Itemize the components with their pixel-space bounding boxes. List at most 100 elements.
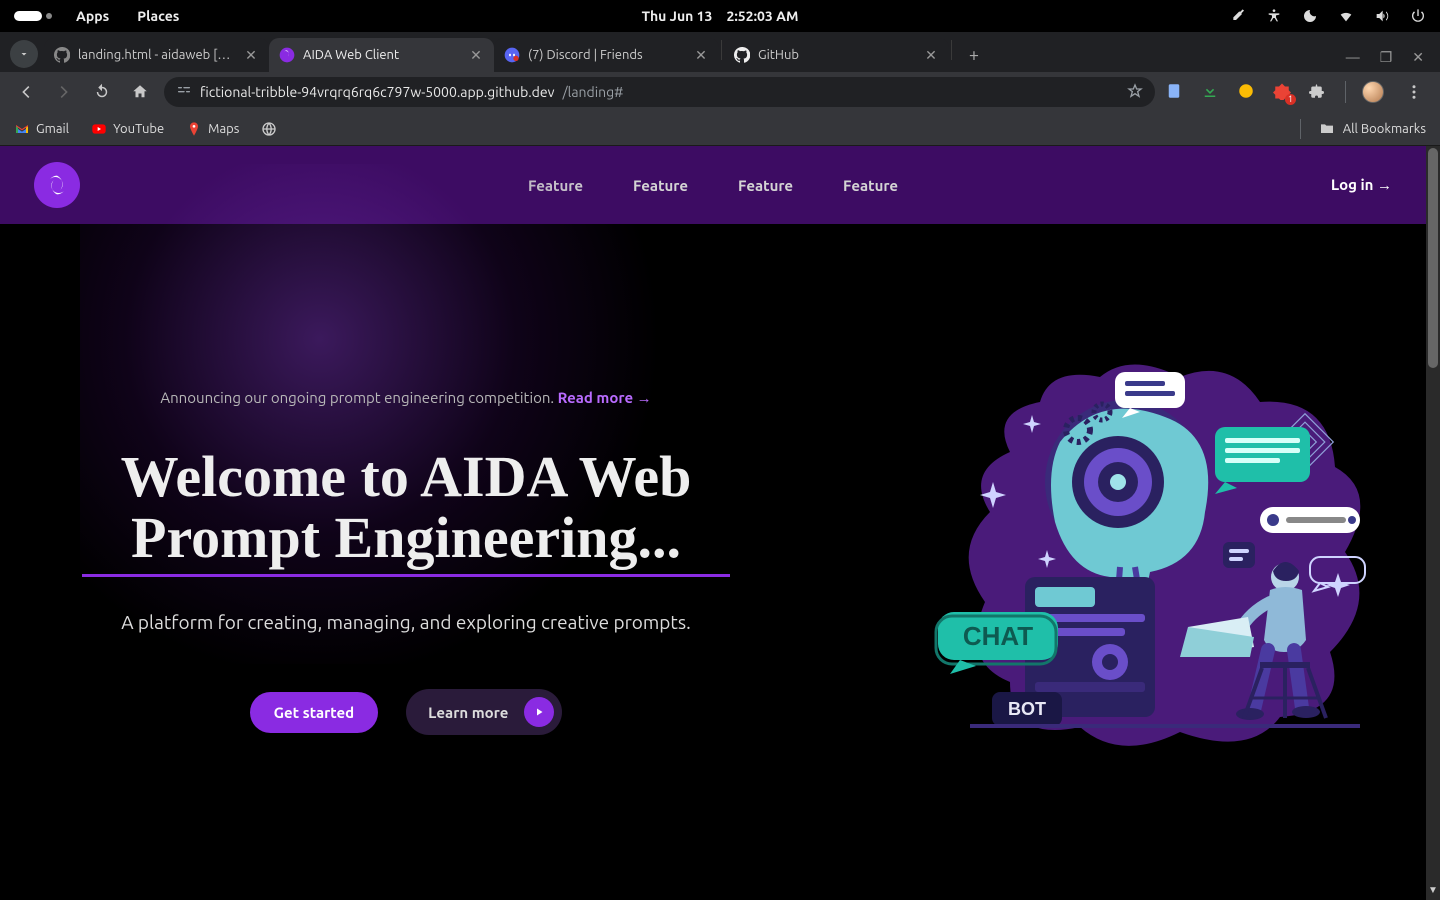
read-more-link[interactable]: Read more →	[558, 389, 652, 406]
bookmark-item[interactable]	[261, 121, 277, 137]
close-window-button[interactable]: ✕	[1412, 49, 1424, 66]
tab-title: (7) Discord | Friends	[528, 48, 643, 62]
url-path: /landing#	[562, 84, 623, 100]
extension-icon[interactable]	[1165, 82, 1185, 102]
address-bar[interactable]: fictional-tribble-94vrqrq6rq6c797w-5000.…	[164, 77, 1155, 107]
kebab-menu-icon[interactable]	[1400, 78, 1428, 106]
site-logo[interactable]	[34, 162, 80, 208]
bookmark-youtube[interactable]: YouTube	[91, 121, 164, 137]
hero-subtitle: A platform for creating, managing, and e…	[56, 611, 756, 633]
maps-icon	[186, 121, 202, 137]
tab-inactive[interactable]: (7) Discord | Friends ✕	[494, 38, 719, 72]
volume-icon[interactable]	[1374, 8, 1390, 24]
tab-inactive[interactable]: landing.html - aidaweb [… ✕	[44, 38, 269, 72]
scrollbar-thumb[interactable]	[1428, 148, 1438, 368]
hero-underline	[82, 574, 730, 577]
hero-section: Announcing our ongoing prompt engineerin…	[0, 224, 1426, 900]
date-label: Thu Jun 13	[642, 8, 713, 24]
home-button[interactable]	[126, 78, 154, 106]
gmail-icon	[14, 121, 30, 137]
youtube-icon	[91, 121, 107, 137]
accessibility-icon[interactable]	[1266, 8, 1282, 24]
nav-link[interactable]: Feature	[528, 177, 583, 194]
color-picker-icon[interactable]	[1230, 8, 1246, 24]
bookmark-gmail[interactable]: Gmail	[14, 121, 69, 137]
play-icon	[524, 697, 554, 727]
wifi-icon[interactable]	[1338, 8, 1354, 24]
hero-title-line1: Welcome to AIDA Web	[121, 444, 692, 509]
get-started-button[interactable]: Get started	[250, 692, 379, 733]
download-icon[interactable]	[1201, 82, 1221, 102]
announcement-text: Announcing our ongoing prompt engineerin…	[160, 389, 557, 406]
clock[interactable]: Thu Jun 13 2:52:03 AM	[642, 8, 799, 24]
tab-active[interactable]: AIDA Web Client ✕	[269, 38, 494, 72]
window-controls: — ❐ ✕	[1346, 49, 1440, 72]
reload-button[interactable]	[88, 78, 116, 106]
browser-window: landing.html - aidaweb [… ✕ AIDA Web Cli…	[0, 32, 1440, 900]
scrollbar[interactable]: ▼	[1426, 146, 1440, 900]
github-icon	[54, 47, 70, 63]
bookmark-label: YouTube	[113, 122, 164, 136]
url-host: fictional-tribble-94vrqrq6rq6c797w-5000.…	[200, 84, 554, 100]
tab-title: GitHub	[758, 48, 799, 62]
power-icon[interactable]	[1410, 8, 1426, 24]
bookmark-label: Maps	[208, 122, 239, 136]
tab-title: landing.html - aidaweb […	[78, 48, 230, 62]
nav-link[interactable]: Feature	[738, 177, 793, 194]
os-top-bar: Apps Places Thu Jun 13 2:52:03 AM	[0, 0, 1440, 32]
tab-inactive[interactable]: GitHub ✕	[724, 38, 949, 72]
time-label: 2:52:03 AM	[726, 8, 798, 24]
globe-icon	[261, 121, 277, 137]
nav-link[interactable]: Feature	[633, 177, 688, 194]
hero-title: Welcome to AIDA Web Prompt Engineering..…	[56, 447, 756, 569]
site-nav-links: Feature Feature Feature Feature	[528, 177, 898, 194]
site-navbar: Feature Feature Feature Feature Log in →	[0, 146, 1426, 224]
places-menu[interactable]: Places	[137, 8, 179, 24]
aida-icon	[279, 47, 295, 63]
learn-more-button[interactable]: Learn more	[406, 689, 562, 735]
tab-close-button[interactable]: ✕	[243, 47, 259, 63]
page-content: Feature Feature Feature Feature Log in →…	[0, 146, 1426, 900]
new-tab-button[interactable]: +	[960, 41, 988, 69]
minimize-button[interactable]: —	[1346, 49, 1360, 66]
announcement: Announcing our ongoing prompt engineerin…	[56, 389, 756, 407]
chat-pill-label: CHAT	[963, 621, 1033, 651]
tab-separator	[951, 40, 952, 60]
badge-count: 1	[1285, 94, 1296, 105]
tab-separator	[721, 40, 722, 60]
hero-title-line2: Prompt Engineering...	[131, 505, 681, 570]
bookmark-maps[interactable]: Maps	[186, 121, 239, 137]
tab-close-button[interactable]: ✕	[923, 47, 939, 63]
discord-icon	[504, 47, 520, 63]
extension-badge-icon[interactable]: 1	[1273, 82, 1293, 102]
login-link[interactable]: Log in →	[1331, 176, 1392, 194]
tab-strip: landing.html - aidaweb [… ✕ AIDA Web Cli…	[0, 32, 1440, 72]
activities-indicator[interactable]	[14, 11, 42, 21]
forward-button[interactable]	[50, 78, 78, 106]
hero-illustration: CHAT BOT	[930, 362, 1370, 762]
tab-close-button[interactable]: ✕	[693, 47, 709, 63]
all-bookmarks-button[interactable]: All Bookmarks	[1300, 119, 1426, 139]
extension-icon[interactable]	[1237, 82, 1257, 102]
profile-avatar[interactable]	[1362, 81, 1384, 103]
bookmark-star-icon[interactable]	[1127, 83, 1143, 102]
tab-search-button[interactable]	[10, 40, 38, 68]
tab-close-button[interactable]: ✕	[468, 47, 484, 63]
toolbar-separator	[1345, 81, 1346, 103]
bot-pill-label: BOT	[1008, 699, 1046, 719]
tab-title: AIDA Web Client	[303, 48, 399, 62]
bookmark-label: Gmail	[36, 122, 69, 136]
all-bookmarks-label: All Bookmarks	[1343, 122, 1426, 136]
nav-link[interactable]: Feature	[843, 177, 898, 194]
scroll-down-icon[interactable]: ▼	[1426, 880, 1440, 900]
bookmarks-bar: Gmail YouTube Maps All Bookmarks	[0, 112, 1440, 146]
extensions-puzzle-icon[interactable]	[1309, 82, 1329, 102]
back-button[interactable]	[12, 78, 40, 106]
folder-icon	[1319, 121, 1335, 137]
browser-toolbar: fictional-tribble-94vrqrq6rq6c797w-5000.…	[0, 72, 1440, 112]
site-info-icon[interactable]	[176, 83, 192, 102]
learn-more-label: Learn more	[428, 704, 508, 721]
night-mode-icon[interactable]	[1302, 8, 1318, 24]
apps-menu[interactable]: Apps	[76, 8, 109, 24]
maximize-button[interactable]: ❐	[1380, 49, 1393, 66]
